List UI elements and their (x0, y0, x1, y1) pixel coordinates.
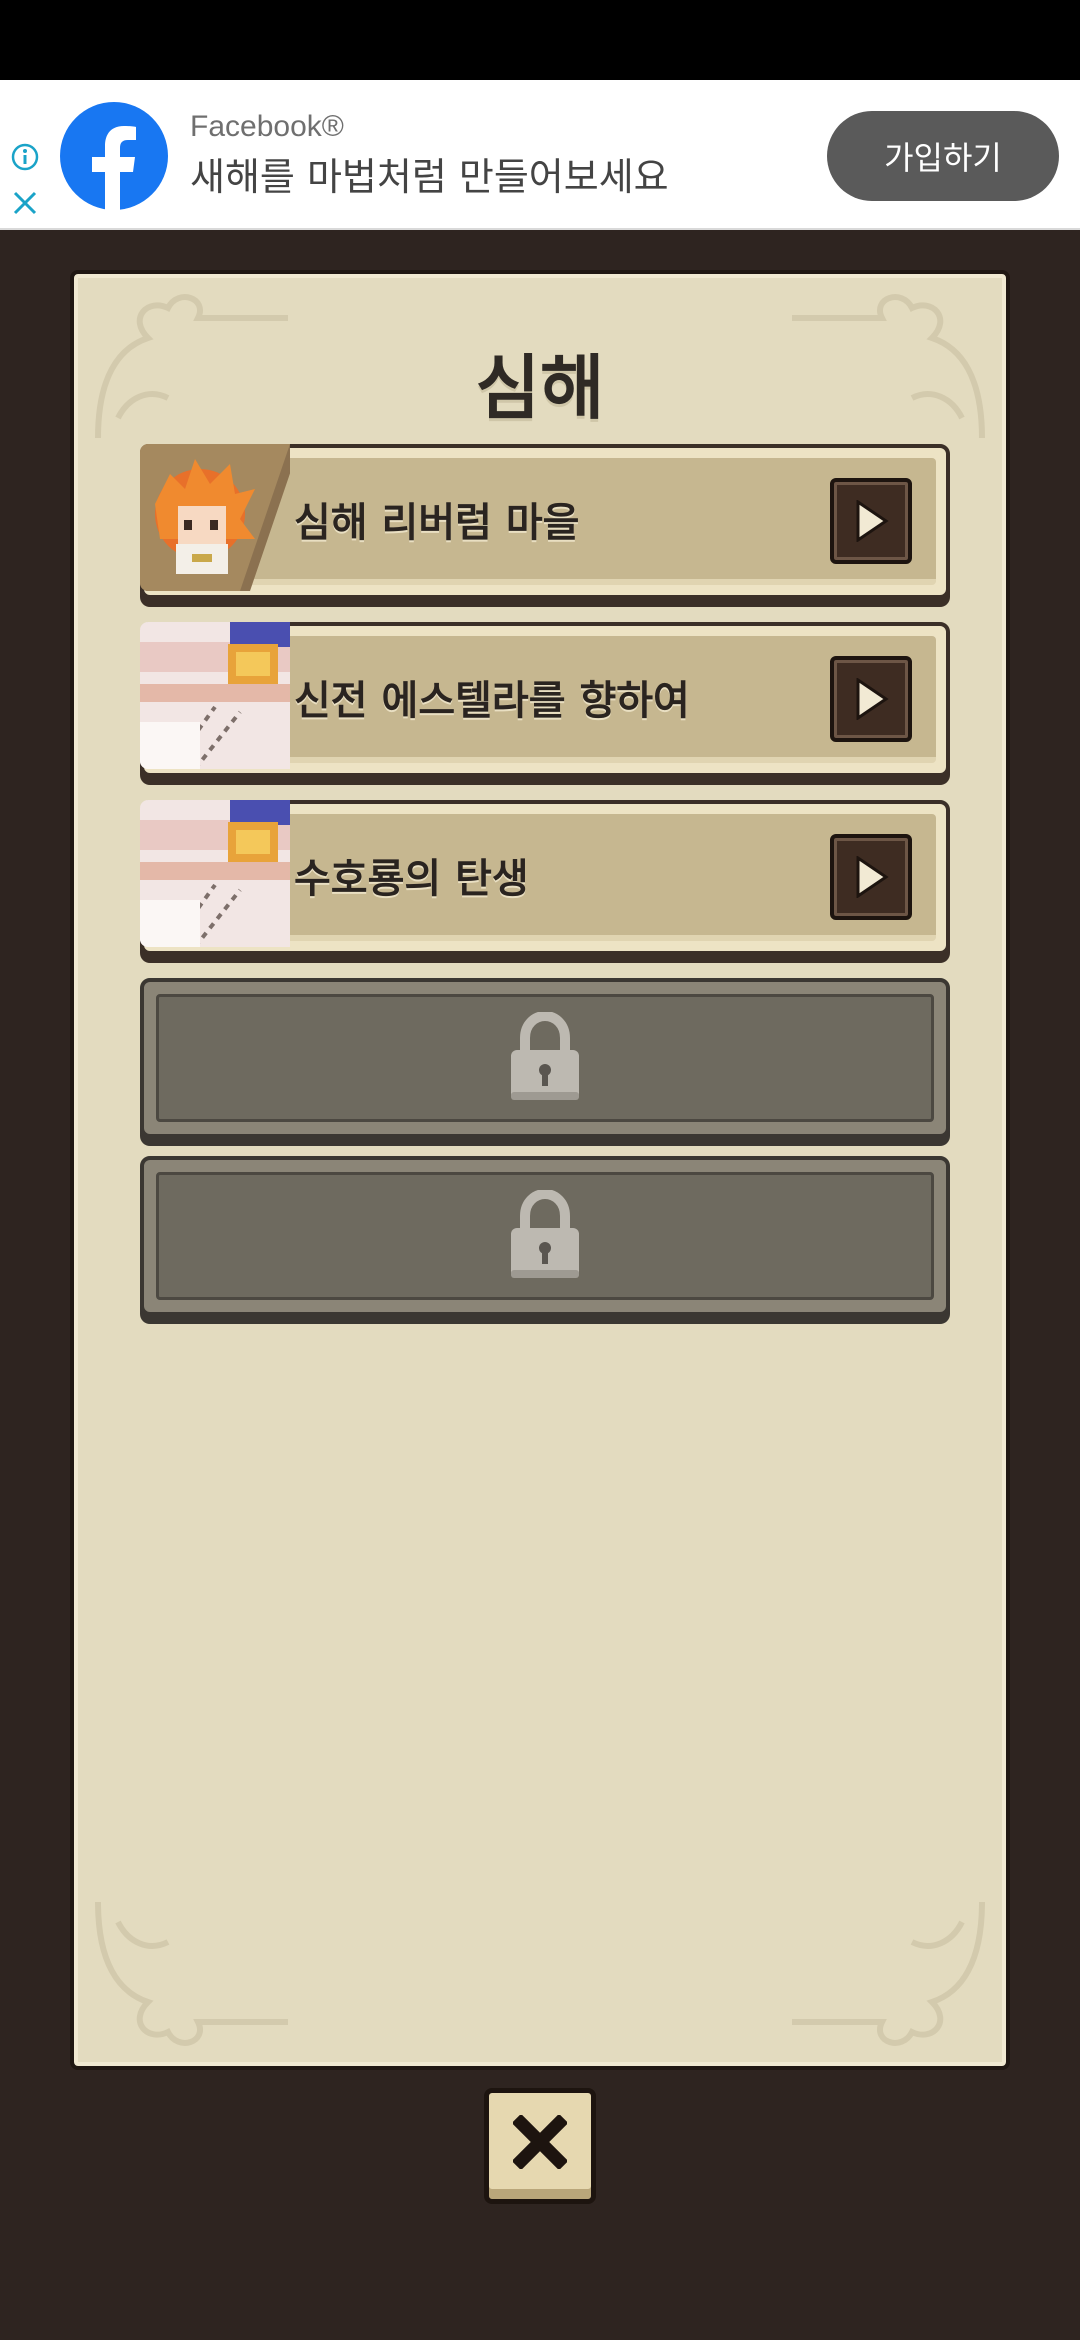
locked-stage-item (140, 1156, 950, 1316)
play-button[interactable] (830, 834, 912, 920)
stage-thumbnail-character (140, 444, 290, 591)
stage-item[interactable]: 수호룡의 탄생 (140, 800, 950, 955)
corner-ornament-icon (95, 1901, 288, 2046)
ad-info-icon[interactable] (10, 142, 40, 172)
play-button[interactable] (830, 478, 912, 564)
stage-item-label: 수호룡의 탄생 (294, 856, 529, 902)
close-button[interactable] (484, 2088, 596, 2204)
facebook-logo-icon (60, 102, 168, 210)
locked-stage-item (140, 978, 950, 1138)
stage-item-label: 심해 리버럼 마을 (294, 500, 580, 546)
play-button[interactable] (830, 656, 912, 742)
lock-icon (511, 1012, 579, 1100)
close-x-icon (513, 2115, 567, 2169)
stage-select-dialog: 심해 심해 리버럼 마을 신전 에스텔라를 향하여 수호룡의 탄생 (70, 270, 1010, 2070)
lock-icon (511, 1190, 579, 1278)
stage-item[interactable]: 신전 에스텔라를 향하여 (140, 622, 950, 777)
stage-item[interactable]: 심해 리버럼 마을 (140, 444, 950, 599)
play-icon (856, 500, 889, 542)
stage-thumbnail-scene (140, 800, 290, 947)
ad-signup-button[interactable]: 가입하기 (827, 111, 1059, 201)
ad-close-icon[interactable] (10, 188, 40, 218)
dialog-title: 심해 (475, 347, 605, 429)
status-bar (0, 0, 1080, 80)
play-icon (856, 856, 889, 898)
play-icon (856, 678, 889, 720)
stage-item-label: 신전 에스텔라를 향하여 (294, 678, 690, 724)
ad-banner[interactable]: Facebook® 새해를 마법처럼 만들어보세요 가입하기 (0, 80, 1080, 230)
ad-headline: 새해를 마법처럼 만들어보세요 (190, 155, 669, 199)
stage-thumbnail-scene (140, 622, 290, 769)
ad-advertiser: Facebook® (190, 110, 344, 143)
corner-ornament-icon (792, 1901, 985, 2046)
